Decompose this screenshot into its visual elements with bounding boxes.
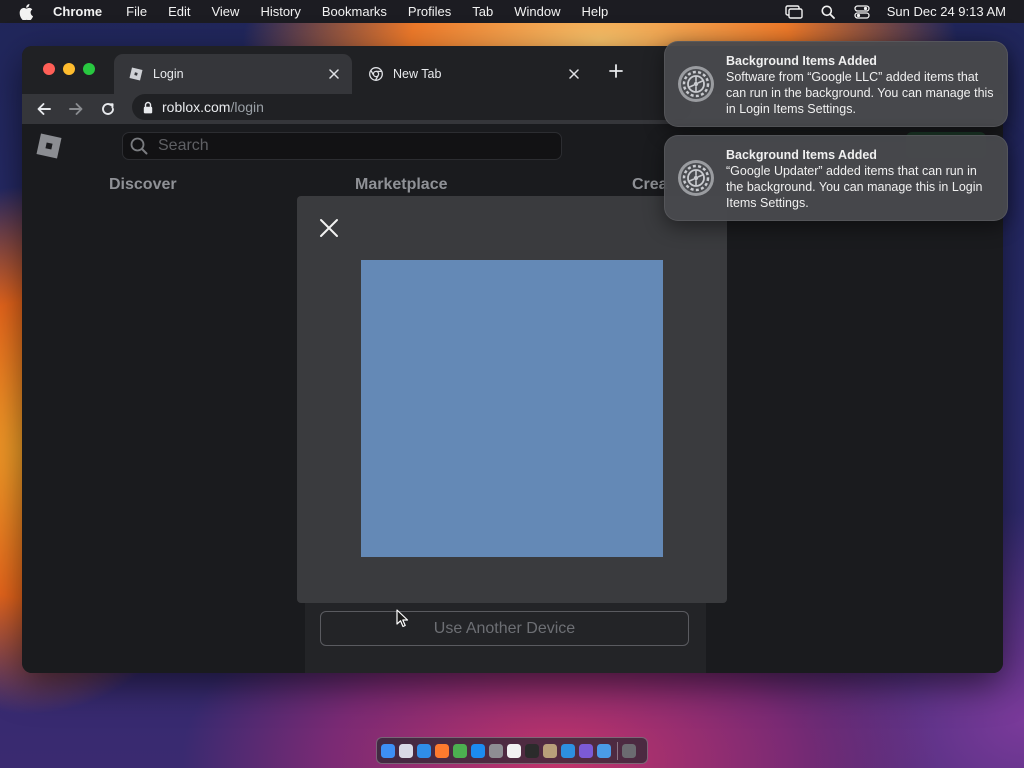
nav-marketplace[interactable]: Marketplace	[355, 176, 448, 194]
menu-help[interactable]: Help	[582, 4, 609, 19]
dock-separator	[617, 741, 618, 760]
menu-clock[interactable]: Sun Dec 24 9:13 AM	[887, 4, 1006, 19]
dock-visual-studio-icon[interactable]	[579, 743, 593, 758]
dock-finder-icon[interactable]	[381, 743, 395, 758]
screen-mirroring-icon[interactable]	[785, 4, 803, 20]
new-tab-plus-icon[interactable]	[608, 63, 624, 79]
menu-file[interactable]: File	[126, 4, 147, 19]
window-zoom-button[interactable]	[83, 63, 95, 75]
dock-cloud-app-icon[interactable]	[597, 743, 611, 758]
mouse-cursor-icon	[396, 609, 409, 628]
menu-view[interactable]: View	[211, 4, 239, 19]
dock-vs-code-icon[interactable]	[561, 743, 575, 758]
menu-profiles[interactable]: Profiles	[408, 4, 451, 19]
tab-close-icon[interactable]	[326, 66, 342, 82]
tab-title: New Tab	[393, 67, 442, 81]
tab-title: Login	[153, 67, 184, 81]
dock-script-editor-icon[interactable]	[543, 743, 557, 758]
notification-title: Background Items Added	[726, 54, 877, 68]
nav-create[interactable]: Crea	[632, 176, 668, 194]
login-panel: Use Another Device	[305, 592, 706, 673]
window-minimize-button[interactable]	[63, 63, 75, 75]
notification-message: Software from “Google LLC” added items t…	[726, 70, 994, 116]
dock-terminal-icon[interactable]	[525, 743, 539, 758]
lock-icon[interactable]	[143, 100, 153, 114]
menu-tab[interactable]: Tab	[472, 4, 493, 19]
notification-background-items[interactable]: Background Items Added Software from “Go…	[664, 41, 1008, 127]
chrome-favicon-icon	[368, 66, 384, 82]
tab-close-icon[interactable]	[566, 66, 582, 82]
notification-background-items[interactable]: Background Items Added “Google Updater” …	[664, 135, 1008, 221]
dock-trash-icon[interactable]	[622, 743, 636, 758]
menu-bar: Chrome File Edit View History Bookmarks …	[0, 0, 1024, 23]
menu-app-name[interactable]: Chrome	[53, 4, 102, 19]
tab-login[interactable]: Login	[114, 54, 352, 94]
back-arrow-icon[interactable]	[34, 99, 54, 119]
quick-login-modal	[297, 196, 727, 603]
reload-icon[interactable]	[98, 99, 118, 119]
url-path: /login	[230, 99, 264, 115]
dock	[376, 737, 648, 764]
notification-title: Background Items Added	[726, 148, 877, 162]
dock-firefox-icon[interactable]	[435, 743, 449, 758]
search-input[interactable]	[156, 136, 540, 156]
roblox-favicon-icon	[128, 66, 144, 82]
control-center-icon[interactable]	[853, 4, 871, 20]
url-host: roblox.com	[162, 99, 231, 115]
qr-code-placeholder	[361, 260, 663, 557]
use-another-device-button[interactable]: Use Another Device	[320, 611, 689, 646]
roblox-logo-icon[interactable]	[35, 132, 63, 160]
dock-launchpad-icon[interactable]	[399, 743, 413, 758]
nav-discover[interactable]: Discover	[109, 176, 177, 194]
menu-bookmarks[interactable]: Bookmarks	[322, 4, 387, 19]
dock-text-editor-icon[interactable]	[507, 743, 521, 758]
menu-window[interactable]: Window	[514, 4, 560, 19]
dock-chrome-icon[interactable]	[453, 743, 467, 758]
menu-edit[interactable]: Edit	[168, 4, 190, 19]
dock-safari-icon[interactable]	[417, 743, 431, 758]
tab-new-tab[interactable]: New Tab	[354, 54, 592, 94]
forward-arrow-icon[interactable]	[66, 99, 86, 119]
close-icon[interactable]	[317, 216, 341, 240]
apple-menu-icon[interactable]	[19, 3, 35, 20]
menu-history[interactable]: History	[260, 4, 300, 19]
system-settings-gear-icon	[678, 160, 714, 196]
notification-message: “Google Updater” added items that can ru…	[726, 164, 983, 210]
search-icon	[130, 137, 148, 155]
system-settings-gear-icon	[678, 66, 714, 102]
spotlight-search-icon[interactable]	[819, 4, 837, 20]
address-bar[interactable]: roblox.com/login	[132, 94, 692, 120]
dock-system-settings-icon[interactable]	[489, 743, 503, 758]
roblox-search-bar[interactable]	[122, 132, 562, 160]
dock-app-store-icon[interactable]	[471, 743, 485, 758]
window-close-button[interactable]	[43, 63, 55, 75]
